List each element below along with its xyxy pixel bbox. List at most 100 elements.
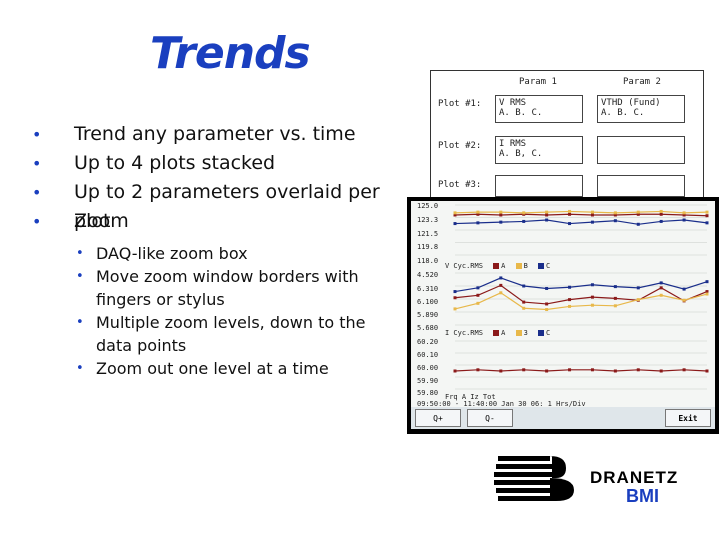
- exit-button[interactable]: Exit: [665, 409, 711, 427]
- series-line-a: [454, 284, 708, 305]
- field-line: A. B, C.: [499, 149, 543, 159]
- param1-header: Param 1: [519, 77, 557, 87]
- field-line: A. B. C.: [499, 108, 543, 118]
- sub-bullet-text: DAQ-like zoom box: [96, 244, 248, 263]
- data-point: [636, 286, 640, 290]
- field-line: I RMS: [499, 139, 527, 149]
- data-point: [568, 212, 572, 216]
- data-point: [568, 209, 572, 213]
- plot1-param2-field[interactable]: VTHD (Fund) A. B. C.: [597, 95, 685, 123]
- plot3-param2-field[interactable]: [597, 175, 685, 197]
- data-point: [613, 211, 617, 215]
- sub-bullet-item: • Zoom out one level at a time: [28, 357, 396, 380]
- bullet-dot: •: [32, 125, 42, 144]
- data-point: [659, 286, 663, 290]
- sub-bullet-text: Zoom out one level at a time: [96, 359, 329, 378]
- data-point: [636, 222, 640, 226]
- sub-bullet-item: • Move zoom window borders with fingers o…: [28, 265, 396, 311]
- data-point: [499, 283, 503, 287]
- data-point: [636, 210, 640, 214]
- bullet-text: Trend any parameter vs. time: [74, 123, 356, 145]
- data-point: [522, 368, 526, 372]
- data-point: [499, 291, 503, 295]
- data-point: [499, 210, 503, 214]
- zoom-in-button[interactable]: Q+: [415, 409, 461, 427]
- bullet-dot: •: [76, 361, 84, 376]
- data-point: [705, 369, 709, 373]
- data-point: [545, 286, 549, 290]
- data-point: [453, 290, 457, 294]
- data-point: [499, 213, 503, 217]
- plot1-param1-field[interactable]: V RMS A. B. C.: [495, 95, 583, 123]
- data-point: [545, 308, 549, 312]
- bullet-item: • Trend any parameter vs. time: [28, 120, 408, 149]
- plot1-label: Plot #1:: [438, 99, 482, 109]
- trend-chart: [453, 204, 709, 390]
- data-point: [682, 218, 686, 222]
- data-point: [568, 222, 572, 226]
- data-point: [590, 213, 594, 217]
- bullet-text: Up to 4 plots stacked: [74, 152, 276, 174]
- data-point: [568, 298, 572, 302]
- data-point: [590, 303, 594, 307]
- sub-bullet-item: • Multiple zoom levels, down to the data …: [28, 311, 396, 357]
- data-point: [590, 283, 594, 287]
- data-point: [590, 210, 594, 214]
- db-logo-icon: [494, 456, 574, 501]
- data-point: [682, 368, 686, 372]
- sub-bullet-item: • DAQ-like zoom box: [28, 242, 396, 265]
- data-point: [659, 369, 663, 373]
- data-point: [705, 280, 709, 284]
- data-point: [499, 220, 503, 224]
- series-line-b: [454, 292, 708, 311]
- data-point: [568, 304, 572, 308]
- plot2-param2-field[interactable]: [597, 136, 685, 164]
- bullet-dot: •: [76, 246, 84, 261]
- data-point: [453, 296, 457, 300]
- data-point: [545, 210, 549, 214]
- data-point: [636, 368, 640, 372]
- data-point: [476, 293, 480, 297]
- data-point: [545, 369, 549, 373]
- data-point: [453, 307, 457, 311]
- bullet-item: • Up to 4 plots stacked: [28, 149, 408, 178]
- data-point: [476, 368, 480, 372]
- plot2-label: Plot #2:: [438, 141, 482, 151]
- data-point: [659, 293, 663, 297]
- data-point: [682, 298, 686, 302]
- bullet-dot: •: [32, 212, 42, 231]
- bullet-list: • Trend any parameter vs. time • Up to 4 p…: [28, 120, 408, 380]
- bullet-dot: •: [76, 315, 84, 330]
- plot3-param1-field[interactable]: [495, 175, 583, 197]
- logo-submark: BMI: [626, 486, 659, 506]
- bullet-text: Zoom: [74, 210, 129, 232]
- data-point: [499, 276, 503, 280]
- series-line-c: [454, 277, 708, 293]
- plot-area: 125.0 123.3 121.5 119.8 118.0 V Cyc.RMS …: [411, 201, 715, 408]
- data-point: [705, 214, 709, 218]
- bullet-dot: •: [32, 154, 42, 173]
- plot2-param1-field[interactable]: I RMS A. B, C.: [495, 136, 583, 164]
- trend-display: 125.0 123.3 121.5 119.8 118.0 V Cyc.RMS …: [407, 197, 719, 434]
- data-point: [453, 369, 457, 373]
- zoom-out-button[interactable]: Q-: [467, 409, 513, 427]
- sub-bullet-text: Multiple zoom levels, down to the data p…: [96, 313, 366, 355]
- param2-header: Param 2: [623, 77, 661, 87]
- data-point: [613, 369, 617, 373]
- series-line-a: [454, 213, 708, 217]
- button-bar: Q+ Q- Exit: [411, 407, 715, 429]
- bullet-item: • Zoom: [28, 207, 408, 236]
- data-point: [613, 285, 617, 289]
- trend-settings-panel: Param 1 Param 2 Plot #1: V RMS A. B. C. …: [430, 70, 704, 200]
- data-point: [568, 285, 572, 289]
- data-point: [636, 298, 640, 302]
- series-line-a: [454, 369, 708, 372]
- data-point: [545, 302, 549, 306]
- data-point: [682, 287, 686, 291]
- logo-wordmark: DRANETZ: [590, 468, 679, 487]
- field-line: VTHD (Fund): [601, 98, 661, 108]
- data-point: [522, 306, 526, 310]
- plot3-label: Plot #3:: [438, 180, 482, 190]
- data-point: [453, 222, 457, 226]
- bullet-dot: •: [76, 269, 84, 284]
